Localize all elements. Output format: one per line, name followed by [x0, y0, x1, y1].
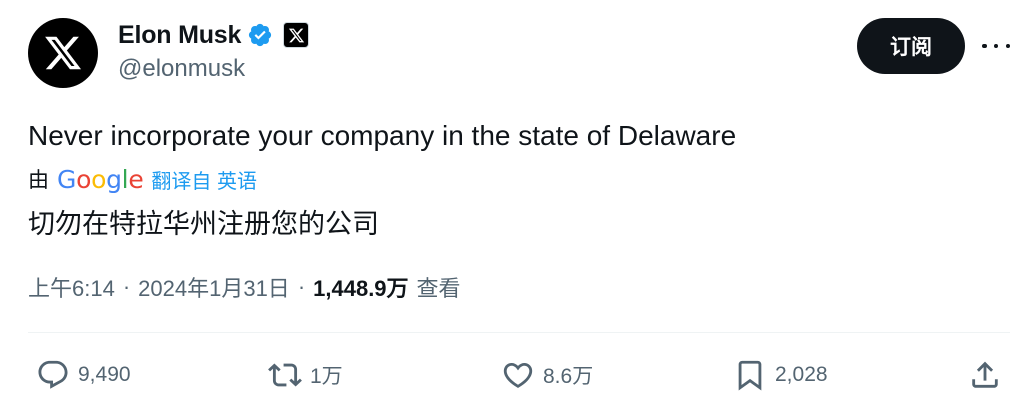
tweet-time[interactable]: 上午6:14 — [28, 271, 115, 303]
reply-icon — [38, 360, 68, 389]
translated-by-label: 由 — [28, 169, 49, 192]
separator: · — [297, 274, 306, 299]
reply-button[interactable]: 9,490 — [36, 350, 131, 400]
heart-icon — [503, 362, 533, 388]
x-logo-icon — [45, 36, 82, 70]
views-label: 查看 — [416, 276, 461, 301]
dot — [993, 43, 999, 49]
tweet-header: Elon Musk @elonmusk 订阅 — [0, 0, 1024, 110]
name-row: Elon Musk — [118, 18, 310, 52]
google-logo: Google — [57, 164, 144, 194]
x-logo-icon — [288, 28, 304, 42]
dot — [982, 43, 987, 49]
repost-button[interactable]: 1万 — [268, 350, 343, 400]
like-count: 8.6万 — [543, 365, 594, 388]
verified-badge-icon[interactable] — [247, 22, 273, 48]
tweet-date[interactable]: 2024年1月31日 — [138, 271, 290, 303]
bookmark-icon — [738, 360, 762, 391]
translated-from-link[interactable]: 翻译自 英语 — [151, 165, 257, 194]
views-count: 1,448.9万 — [313, 276, 409, 301]
display-name[interactable]: Elon Musk — [118, 21, 241, 50]
divider — [28, 332, 1010, 333]
like-button[interactable]: 8.6万 — [501, 350, 593, 400]
share-icon — [972, 361, 998, 388]
repost-icon — [268, 363, 302, 387]
reply-count: 9,490 — [78, 363, 131, 386]
repost-count: 1万 — [310, 365, 343, 388]
translation-attribution: 由 Google 翻译自 英语 — [28, 164, 257, 194]
user-handle[interactable]: @elonmusk — [118, 55, 245, 83]
translated-text: 切勿在特拉华州注册您的公司 — [28, 209, 379, 239]
subscribe-button[interactable]: 订阅 — [857, 18, 965, 74]
more-dots-icon[interactable] — [982, 36, 1010, 56]
bookmark-count: 2,028 — [775, 363, 828, 386]
tweet-text: Never incorporate your company in the st… — [28, 120, 737, 151]
tweet-meta: 上午6:14 · 2024年1月31日 · 1,448.9万 查看 — [28, 270, 461, 304]
avatar[interactable] — [28, 18, 98, 88]
bookmark-button[interactable]: 2,028 — [733, 350, 828, 400]
action-bar: 9,490 1万 8.6万 2,028 — [0, 350, 1024, 400]
separator: · — [122, 274, 131, 299]
dot — [1005, 43, 1010, 49]
affiliation-badge[interactable] — [283, 22, 310, 48]
share-button[interactable] — [968, 350, 1002, 400]
